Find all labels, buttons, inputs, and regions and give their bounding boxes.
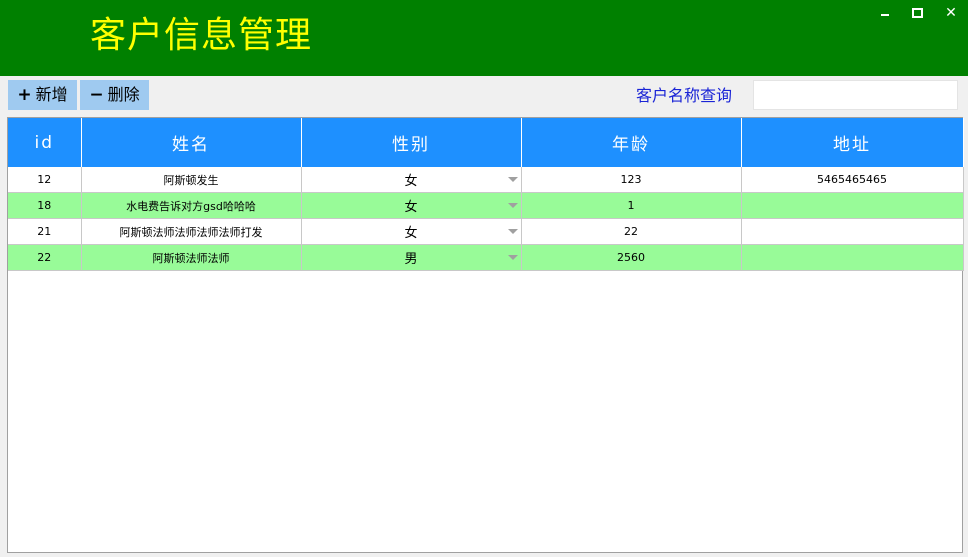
add-button[interactable]: + 新增 — [8, 80, 77, 110]
close-icon: ✕ — [945, 5, 957, 21]
plus-icon: + — [17, 85, 32, 105]
chevron-down-icon[interactable] — [507, 177, 518, 182]
cell-id[interactable]: 12 — [8, 167, 82, 193]
maximize-icon — [911, 8, 923, 18]
minimize-button[interactable] — [874, 4, 896, 22]
cell-name[interactable]: 阿斯顿法师法师法师法师打发 — [81, 218, 302, 245]
cell-gender-select[interactable]: 男 — [301, 244, 522, 271]
cell-gender-select[interactable]: 女 — [301, 218, 522, 245]
gender-value: 女 — [404, 200, 418, 215]
column-header-gender[interactable]: 性别 — [301, 118, 522, 167]
cell-id[interactable]: 22 — [8, 244, 82, 271]
gender-value: 男 — [404, 252, 418, 267]
cell-name[interactable]: 水电费告诉对方gsd哈哈哈 — [81, 192, 302, 219]
chevron-down-icon[interactable] — [507, 203, 518, 208]
customer-name-search-input[interactable] — [753, 80, 958, 110]
table-row[interactable]: 22 阿斯顿法师法师 男 2560 — [8, 244, 964, 271]
cell-age[interactable]: 2560 — [521, 244, 742, 271]
column-header-age[interactable]: 年龄 — [521, 118, 742, 167]
table-row[interactable]: 18 水电费告诉对方gsd哈哈哈 女 1 — [8, 192, 964, 219]
cell-age[interactable]: 22 — [521, 218, 742, 245]
customer-grid: id 姓名 性别 年龄 地址 12 阿斯顿发生 女 123 5465465465… — [7, 117, 964, 553]
cell-age[interactable]: 123 — [521, 167, 742, 193]
cell-id[interactable]: 21 — [8, 218, 82, 245]
maximize-button[interactable] — [906, 4, 928, 22]
cell-age[interactable]: 1 — [521, 192, 742, 219]
close-button[interactable]: ✕ — [940, 4, 962, 22]
minimize-icon — [881, 14, 889, 16]
cell-address[interactable] — [741, 244, 964, 271]
app-title: 客户信息管理 — [90, 15, 313, 56]
cell-address[interactable] — [741, 218, 964, 245]
cell-gender-select[interactable]: 女 — [301, 192, 522, 219]
cell-id[interactable]: 18 — [8, 192, 82, 219]
cell-address[interactable]: 5465465465 — [741, 167, 964, 193]
title-bar: 客户信息管理 ✕ — [0, 0, 968, 76]
cell-address[interactable] — [741, 192, 964, 219]
table-row[interactable]: 12 阿斯顿发生 女 123 5465465465 — [8, 167, 964, 193]
chevron-down-icon[interactable] — [507, 255, 518, 260]
column-header-id[interactable]: id — [8, 118, 82, 167]
gender-value: 女 — [404, 174, 418, 189]
chevron-down-icon[interactable] — [507, 229, 518, 234]
delete-button-label: 删除 — [107, 85, 140, 104]
search-label: 客户名称查询 — [636, 86, 733, 105]
column-header-name[interactable]: 姓名 — [81, 118, 302, 167]
add-button-label: 新增 — [35, 85, 68, 104]
table-header-row: id 姓名 性别 年龄 地址 — [8, 118, 964, 167]
cell-name[interactable]: 阿斯顿法师法师 — [81, 244, 302, 271]
gender-value: 女 — [404, 226, 418, 241]
customer-table: id 姓名 性别 年龄 地址 12 阿斯顿发生 女 123 5465465465… — [8, 118, 964, 271]
delete-button[interactable]: − 删除 — [80, 80, 149, 110]
cell-gender-select[interactable]: 女 — [301, 167, 522, 193]
cell-name[interactable]: 阿斯顿发生 — [81, 167, 302, 193]
table-row[interactable]: 21 阿斯顿法师法师法师法师打发 女 22 — [8, 218, 964, 245]
column-header-address[interactable]: 地址 — [741, 118, 964, 167]
minus-icon: − — [89, 85, 104, 105]
